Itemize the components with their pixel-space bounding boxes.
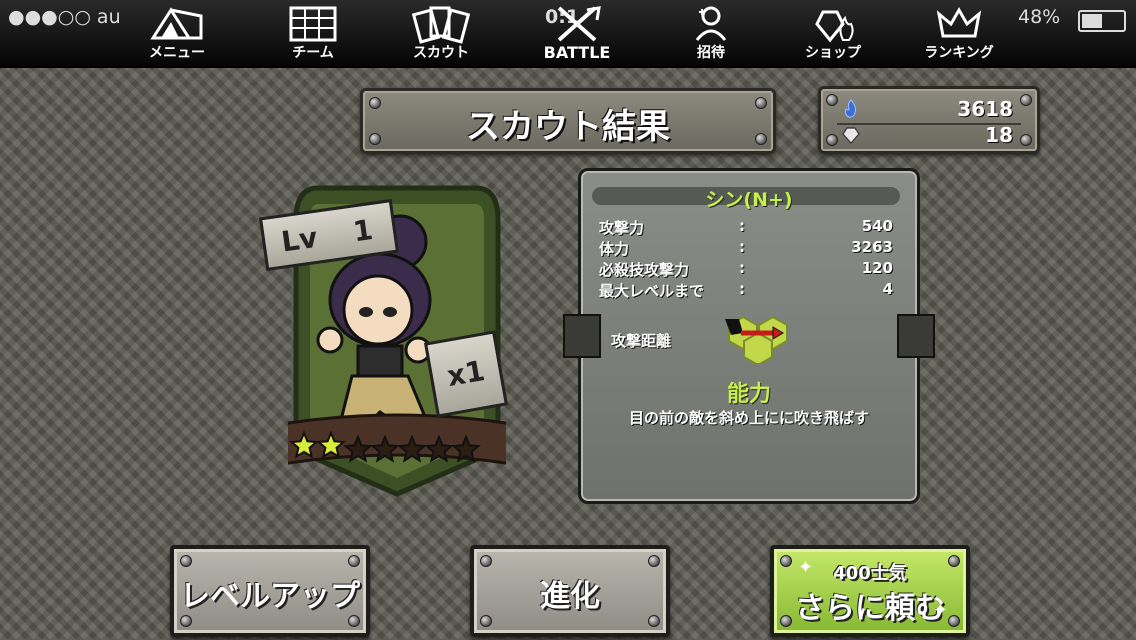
- sparkle-icon: ✦: [798, 557, 814, 578]
- carrier-status: ●●●○○ au: [8, 6, 121, 28]
- stat-label: 体力: [599, 240, 630, 258]
- gem-flame-icon: [815, 10, 854, 43]
- stat-separator: :: [739, 217, 745, 235]
- crystal-icon: [842, 127, 860, 144]
- nav-menu[interactable]: メニュー: [122, 0, 232, 66]
- count-tag: x1: [423, 330, 509, 418]
- stat-label: 最大レベルまで: [599, 282, 705, 300]
- crystal-currency-value: 18: [985, 123, 1013, 147]
- blue-flame-icon: [844, 99, 856, 118]
- nav-label: BATTLE: [543, 43, 611, 62]
- stat-separator: :: [739, 259, 745, 277]
- attack-range-icon: [725, 315, 788, 363]
- cards-icon: [411, 6, 471, 44]
- crown-icon: [936, 6, 982, 38]
- ability-title: 能力: [726, 382, 771, 407]
- fire-currency-value: 3618: [957, 97, 1013, 121]
- page-title: スカウト結果: [466, 107, 670, 147]
- character-info-panel: シン(N+) 攻撃力 : 540 体力 : 3263 必殺技攻撃力 : 120 …: [563, 168, 935, 504]
- nav-label: チーム: [292, 45, 334, 61]
- level-label: Lv: [279, 220, 320, 259]
- scout-again-button[interactable]: 400士気 さらに頼む ✦ ✦: [770, 545, 970, 637]
- stat-value: 3263: [851, 238, 893, 256]
- battery-icon: [1078, 10, 1126, 32]
- stat-row-max-level: 最大レベルまで : 4: [599, 280, 903, 301]
- nav-shop[interactable]: ショップ: [778, 0, 888, 66]
- nav-label: 招待: [697, 45, 725, 61]
- evolve-button[interactable]: 進化: [470, 545, 670, 637]
- screw-icon: [180, 555, 192, 567]
- stat-label: 必殺技攻撃力: [599, 261, 690, 279]
- level-value: 1: [351, 213, 375, 249]
- evolve-label: 進化: [540, 579, 600, 614]
- stat-label: 攻撃力: [599, 219, 645, 237]
- screw-icon: [348, 555, 360, 567]
- sparkle-icon: ✦: [932, 600, 948, 621]
- ability-description: 目の前の敵を斜め上にに吹き飛ばす: [628, 409, 869, 427]
- stat-separator: :: [739, 280, 745, 298]
- nav-label: ランキング: [924, 45, 994, 61]
- top-nav-bar: ●●●○○ au 0:1 48% メニュー チーム スカウト BATTLE 招待…: [0, 0, 1136, 68]
- tent-icon: [150, 7, 203, 40]
- map-icon: [289, 6, 337, 42]
- character-name: シン(N+): [705, 189, 793, 211]
- crossed-swords-icon: [557, 6, 601, 42]
- left-clip: [563, 314, 601, 358]
- fire-currency-row: 3618: [837, 97, 1021, 121]
- nav-scout[interactable]: スカウト: [386, 0, 496, 66]
- screw-icon: [480, 615, 492, 627]
- screw-icon: [1020, 134, 1032, 146]
- screw-icon: [648, 615, 660, 627]
- stat-row-hp: 体力 : 3263: [599, 238, 903, 259]
- nav-team[interactable]: チーム: [258, 0, 368, 66]
- stat-row-attack: 攻撃力 : 540: [599, 217, 903, 238]
- level-up-button[interactable]: レベルアップ: [170, 545, 370, 637]
- screw-icon: [1020, 94, 1032, 106]
- nav-ranking[interactable]: ランキング: [904, 0, 1014, 66]
- screw-icon: [348, 615, 360, 627]
- stat-value: 4: [882, 280, 893, 298]
- stat-separator: :: [739, 238, 745, 256]
- stat-value: 120: [861, 259, 893, 277]
- nav-label: ショップ: [805, 45, 861, 61]
- battery-percent: 48%: [1018, 6, 1061, 28]
- screw-icon: [648, 555, 660, 567]
- invite-person-icon: [695, 6, 727, 41]
- crystal-currency-row: 18: [837, 123, 1021, 147]
- nav-battle[interactable]: BATTLE: [522, 0, 632, 66]
- stat-row-special: 必殺技攻撃力 : 120: [599, 259, 903, 280]
- screw-icon: [180, 615, 192, 627]
- title-plate: スカウト結果: [360, 88, 776, 154]
- currency-panel: 3618 18: [818, 86, 1040, 154]
- nav-invite[interactable]: 招待: [656, 0, 766, 66]
- nav-label: メニュー: [149, 45, 205, 61]
- range-label: 攻撃距離: [611, 332, 672, 350]
- right-clip: [897, 314, 935, 358]
- nav-label: スカウト: [413, 45, 469, 61]
- level-up-label: レベルアップ: [180, 579, 360, 614]
- stat-value: 540: [861, 217, 893, 235]
- screw-icon: [480, 555, 492, 567]
